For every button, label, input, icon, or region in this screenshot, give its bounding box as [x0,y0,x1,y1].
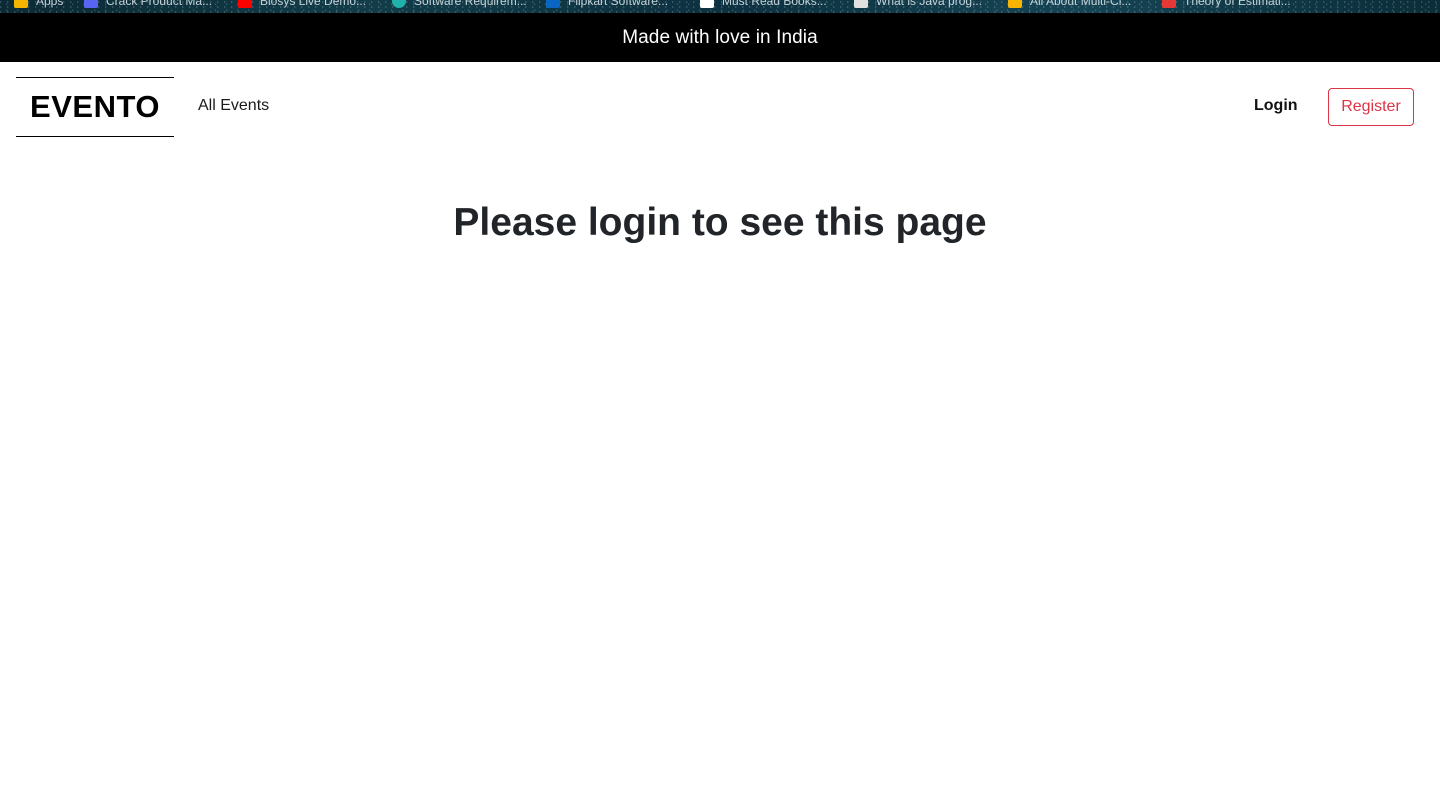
bookmark-icon [1008,0,1022,8]
bookmark-label: All About Multi-Cl... [1030,0,1132,8]
medium-icon [700,0,714,8]
bookmark-item[interactable]: Biosys Live Demo... [238,0,366,8]
bookmark-item[interactable]: Must Read Books... [700,0,827,8]
bookmark-item[interactable]: Theory of Estimati... [1162,0,1291,8]
linkedin-icon [546,0,560,8]
doc-icon [854,0,868,8]
bookmark-label: What is Java prog... [876,0,983,8]
bookmark-label: Apps [36,0,64,8]
bookmark-icon [1162,0,1176,8]
announcement-banner: Made with love in India [0,13,1440,62]
globe-icon [392,0,406,8]
nav-link-all-events[interactable]: All Events [198,97,269,115]
apps-grid-icon [14,0,28,8]
login-link[interactable]: Login [1254,97,1298,115]
bookmark-label: Must Read Books... [722,0,827,8]
bookmark-item[interactable]: Crack Product Ma... [84,0,212,8]
bookmark-icon [84,0,98,8]
bookmark-item[interactable]: All About Multi-Cl... [1008,0,1131,8]
bookmark-item[interactable]: What is Java prog... [854,0,982,8]
bookmark-item[interactable]: Flipkart Software... [546,0,668,8]
banner-text: Made with love in India [622,26,818,48]
bookmark-label: Theory of Estimati... [1184,0,1291,8]
bookmark-label: Biosys Live Demo... [260,0,367,8]
register-button[interactable]: Register [1328,88,1414,126]
youtube-icon [238,0,252,8]
bookmarks-bar: Apps Crack Product Ma... Biosys Live Dem… [0,0,1440,13]
bookmark-label: Software Requirem... [414,0,527,8]
bookmark-label: Crack Product Ma... [106,0,213,8]
login-required-message: Please login to see this page [453,201,987,244]
bookmark-label: Flipkart Software... [568,0,669,8]
bookmark-apps[interactable]: Apps [14,0,63,8]
brand-logo[interactable]: EVENTO [16,77,174,137]
bookmark-item[interactable]: Software Requirem... [392,0,527,8]
navbar: EVENTO All Events Login Register [0,62,1440,152]
